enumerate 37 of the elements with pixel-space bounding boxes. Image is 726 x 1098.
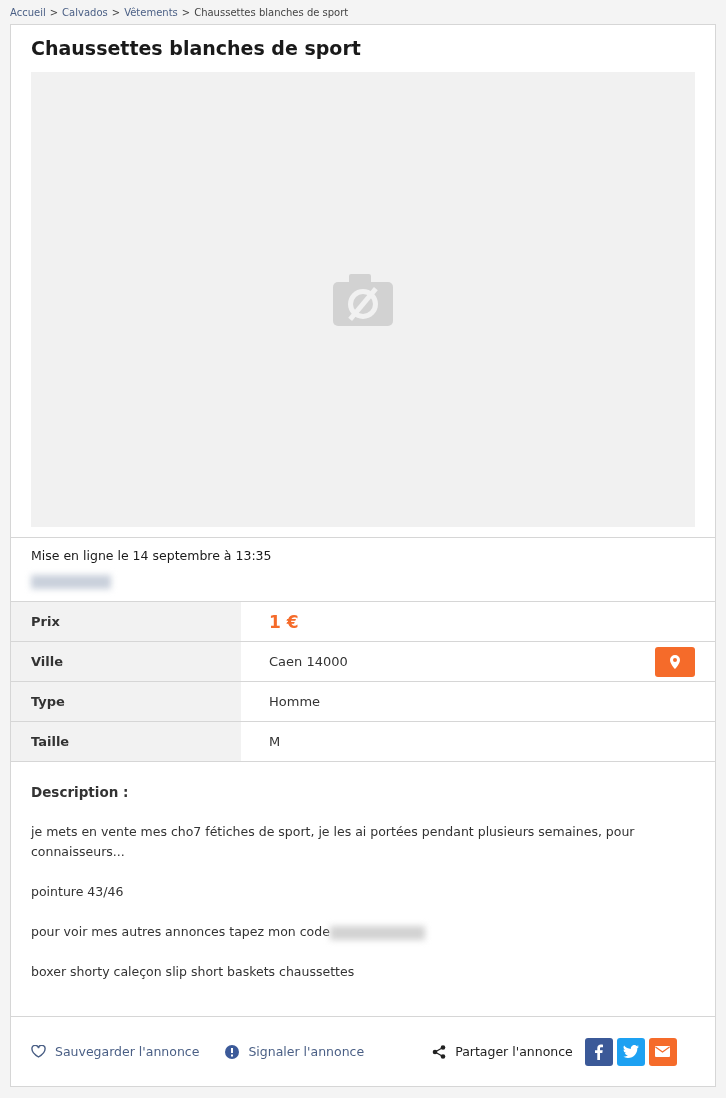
ad-title: Chaussettes blanches de sport	[31, 37, 362, 59]
description-heading: Description :	[31, 784, 130, 800]
report-link[interactable]: Signaler l'annonce	[225, 1044, 365, 1059]
social-share-button[interactable]	[616, 1037, 645, 1066]
location-pin-icon	[670, 654, 680, 669]
breadcrumb-link[interactable]: Vêtements	[124, 7, 178, 18]
breadcrumb-separator: >	[181, 7, 191, 18]
breadcrumb-link[interactable]: Calvados	[62, 7, 108, 18]
save-link[interactable]: Sauvegarder l'annonce	[31, 1044, 200, 1059]
detail-label: Ville	[11, 642, 241, 681]
detail-value: Homme	[269, 694, 321, 709]
exclamation-icon	[225, 1044, 240, 1059]
description-text: pointure 43/46	[31, 883, 125, 901]
email-share-button[interactable]	[648, 1037, 677, 1066]
description-text: boxer shorty caleçon slip short baskets chaussettes	[31, 963, 356, 981]
detail-label: Taille	[11, 722, 241, 761]
description-text: je mets en vente mes cho7 fétiches de sport, je les ai portées pendant plusieurs semaines, pour connaisseurs...	[31, 823, 636, 861]
breadcrumb-separator: >	[111, 7, 121, 18]
breadcrumb-link[interactable]: Accueil	[10, 7, 46, 18]
envelope-icon	[655, 1046, 671, 1057]
social-share-button[interactable]	[584, 1037, 613, 1066]
bird-icon	[622, 1045, 639, 1058]
share-icon	[432, 1044, 447, 1059]
breadcrumb-separator: >	[49, 7, 59, 18]
detail-value: Caen 14000	[269, 654, 348, 669]
detail-label: Type	[11, 682, 241, 721]
posted-date: Mise en ligne le 14 septembre à 13:35	[31, 548, 273, 563]
no-photo-icon	[333, 273, 393, 326]
detail-value: M	[269, 734, 281, 749]
facebook-icon	[594, 1043, 604, 1060]
breadcrumb-current: Chaussettes blanches de sport	[194, 7, 349, 18]
heart-icon	[31, 1045, 46, 1058]
price-value: 1 €	[269, 611, 299, 632]
detail-label: Prix	[11, 602, 241, 641]
share-label: Partager l'annonce	[455, 1044, 573, 1059]
map-button[interactable]	[655, 646, 695, 677]
description-text: pour voir mes autres annonces tapez mon code	[31, 924, 330, 939]
